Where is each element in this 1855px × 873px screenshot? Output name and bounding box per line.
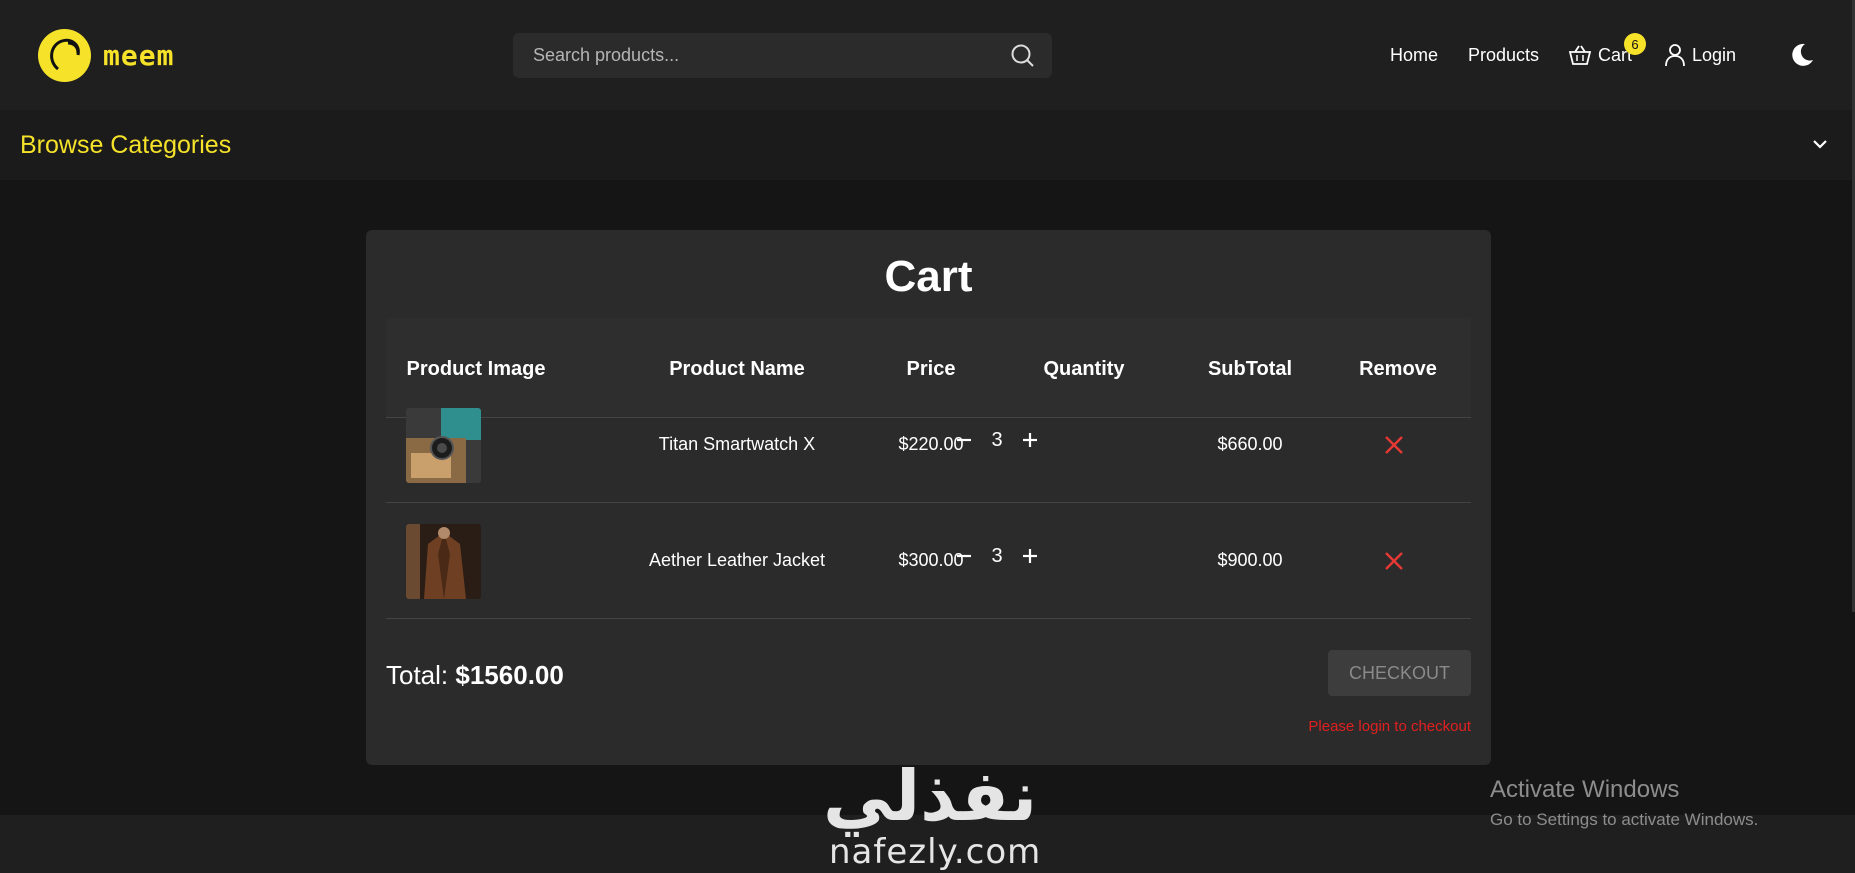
watermark-logo: نفذلي xyxy=(823,755,1038,837)
logo-icon xyxy=(38,29,91,82)
column-header: SubTotal xyxy=(1207,358,1293,380)
login-required-message: Please login to checkout xyxy=(1308,718,1471,735)
column-header: Remove xyxy=(1359,358,1437,380)
moon-icon[interactable] xyxy=(1789,42,1815,68)
cart-total: Total: $1560.00 xyxy=(386,660,564,691)
nav-home-link[interactable]: Home xyxy=(1390,40,1438,70)
product-subtotal: $900.00 xyxy=(1217,550,1283,570)
plus-icon[interactable] xyxy=(1017,427,1043,453)
activate-windows-subtitle: Go to Settings to activate Windows. xyxy=(1490,810,1759,829)
minus-icon[interactable] xyxy=(951,543,977,569)
nav-products-link[interactable]: Products xyxy=(1468,40,1539,70)
header: meem Home Products Cart 6 Login xyxy=(0,0,1855,110)
nav-cart-link[interactable]: Cart 6 xyxy=(1568,33,1646,70)
activate-windows-title: Activate Windows xyxy=(1490,776,1680,803)
table-row: Aether Leather Jacket $300.00 3 $900.00 xyxy=(386,503,1471,619)
close-icon[interactable] xyxy=(1382,549,1406,573)
logo[interactable]: meem xyxy=(38,29,174,82)
logo-text: meem xyxy=(103,39,175,72)
basket-icon xyxy=(1568,45,1592,65)
search-icon[interactable] xyxy=(1008,41,1038,71)
plus-icon[interactable] xyxy=(1017,543,1043,569)
product-subtotal: $660.00 xyxy=(1217,434,1283,454)
search-bar xyxy=(513,33,1052,78)
product-name[interactable]: Titan Smartwatch X xyxy=(659,434,815,455)
categories-title: Browse Categories xyxy=(20,131,232,159)
quantity-value: 3 xyxy=(991,428,1003,451)
minus-icon[interactable] xyxy=(951,427,977,453)
chevron-down-icon[interactable] xyxy=(1810,134,1830,154)
total-label: Total: xyxy=(386,660,449,690)
column-header: Product Name xyxy=(669,358,805,380)
quantity-stepper: 3 xyxy=(951,427,1043,453)
product-image[interactable] xyxy=(406,408,481,483)
user-icon xyxy=(1665,44,1685,67)
nav-login-label: Login xyxy=(1692,44,1737,65)
search-input[interactable] xyxy=(513,33,1008,78)
cart-count-badge: 6 xyxy=(1624,33,1646,55)
quantity-stepper: 3 xyxy=(951,543,1043,569)
categories-bar[interactable]: Browse Categories xyxy=(0,110,1855,180)
table-row: Titan Smartwatch X $220.00 3 $660.00 xyxy=(386,387,1471,503)
product-name[interactable]: Aether Leather Jacket xyxy=(649,550,825,571)
column-header: Price xyxy=(906,358,956,380)
column-header: Product Image xyxy=(406,358,546,380)
quantity-value: 3 xyxy=(991,544,1003,567)
nav-login-link[interactable]: Login xyxy=(1664,40,1736,70)
watermark-text: nafezly.com xyxy=(829,832,1042,872)
total-value: $1560.00 xyxy=(455,660,564,690)
cart-panel: Cart Product Image Product Name Price Qu… xyxy=(366,230,1491,765)
page-title: Cart xyxy=(884,252,973,301)
checkout-button[interactable]: CHECKOUT xyxy=(1328,650,1471,696)
column-header: Quantity xyxy=(1043,358,1125,380)
close-icon[interactable] xyxy=(1382,433,1406,457)
product-image[interactable] xyxy=(406,524,481,599)
